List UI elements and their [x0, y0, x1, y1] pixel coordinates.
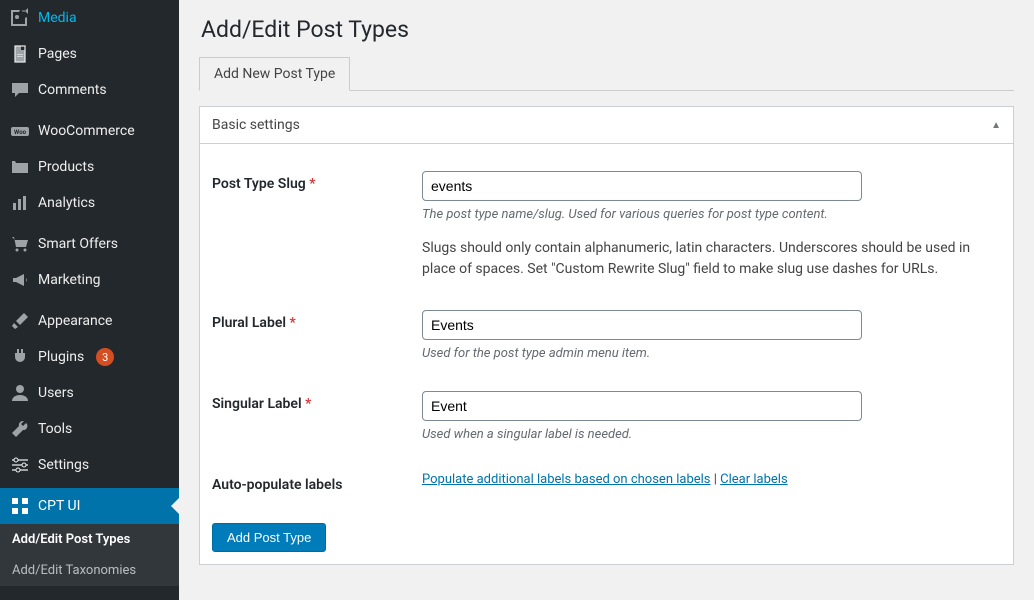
slug-help-text: Slugs should only contain alphanumeric, …: [422, 238, 991, 280]
slug-description: The post type name/slug. Used for variou…: [422, 207, 991, 222]
submenu-item-add-edit-taxonomies[interactable]: Add/Edit Taxonomies: [0, 555, 179, 586]
plugin-icon: [10, 347, 30, 367]
menu-label: Media: [38, 10, 77, 26]
comments-icon: [10, 80, 30, 100]
menu-item-smart-offers[interactable]: Smart Offers: [0, 226, 179, 262]
tools-icon: [10, 419, 30, 439]
singular-label-input[interactable]: [422, 391, 862, 421]
content-area: Add/Edit Post Types Add New Post Type Ba…: [179, 0, 1034, 600]
collapse-icon[interactable]: ▲: [991, 120, 1001, 131]
panel-title: Basic settings: [212, 117, 300, 133]
tab-bar: Add New Post Type: [199, 57, 1014, 91]
submenu-item-add-edit-post-types[interactable]: Add/Edit Post Types: [0, 524, 179, 555]
menu-item-cpt-ui[interactable]: CPT UI: [0, 488, 179, 524]
menu-label: Comments: [38, 82, 107, 98]
megaphone-icon: [10, 270, 30, 290]
page-title: Add/Edit Post Types: [201, 16, 1014, 43]
slug-label: Post Type Slug: [212, 176, 306, 192]
menu-item-products[interactable]: Products: [0, 149, 179, 185]
menu-label: Tools: [38, 421, 72, 437]
menu-label: Marketing: [38, 272, 101, 288]
add-post-type-button[interactable]: Add Post Type: [212, 523, 326, 552]
auto-populate-label: Auto-populate labels: [212, 477, 342, 493]
settings-icon: [10, 455, 30, 475]
menu-item-plugins[interactable]: Plugins 3: [0, 339, 179, 375]
plural-description: Used for the post type admin menu item.: [422, 346, 991, 361]
link-separator: |: [711, 472, 721, 487]
menu-label: Appearance: [38, 313, 112, 329]
basic-settings-panel: Basic settings ▲ Post Type Slug * The po…: [199, 106, 1014, 565]
cpt-icon: [10, 496, 30, 516]
svg-text:Woo: Woo: [14, 129, 27, 136]
update-count-badge: 3: [96, 348, 114, 366]
analytics-icon: [10, 193, 30, 213]
tab-add-new-post-type[interactable]: Add New Post Type: [199, 57, 350, 91]
media-icon: [10, 8, 30, 28]
menu-label: Analytics: [38, 195, 95, 211]
pages-icon: [10, 44, 30, 64]
menu-label: Products: [38, 159, 94, 175]
menu-label: Smart Offers: [38, 236, 118, 252]
menu-item-users[interactable]: Users: [0, 375, 179, 411]
menu-item-marketing[interactable]: Marketing: [0, 262, 179, 298]
menu-item-comments[interactable]: Comments: [0, 72, 179, 108]
menu-item-settings[interactable]: Settings: [0, 447, 179, 483]
menu-label: CPT UI: [38, 498, 80, 514]
required-indicator: *: [290, 315, 296, 331]
menu-item-pages[interactable]: Pages: [0, 36, 179, 72]
clear-labels-link[interactable]: Clear labels: [720, 472, 788, 487]
menu-label: Plugins: [38, 349, 84, 365]
plural-label: Plural Label: [212, 315, 286, 331]
brush-icon: [10, 311, 30, 331]
cart-icon: [10, 234, 30, 254]
menu-item-woocommerce[interactable]: Woo WooCommerce: [0, 113, 179, 149]
panel-header: Basic settings ▲: [200, 107, 1013, 144]
singular-label: Singular Label: [212, 396, 302, 412]
panel-body: Post Type Slug * The post type name/slug…: [200, 144, 1013, 564]
user-icon: [10, 383, 30, 403]
products-icon: [10, 157, 30, 177]
submenu: Add/Edit Post Types Add/Edit Taxonomies: [0, 524, 179, 586]
populate-labels-link[interactable]: Populate additional labels based on chos…: [422, 472, 711, 487]
required-indicator: *: [305, 396, 311, 412]
required-indicator: *: [309, 176, 315, 192]
menu-label: Settings: [38, 457, 89, 473]
menu-label: WooCommerce: [38, 123, 135, 139]
admin-sidebar: Media Pages Comments Woo WooCommerce Products…: [0, 0, 179, 600]
menu-item-media[interactable]: Media: [0, 0, 179, 36]
menu-label: Pages: [38, 46, 77, 62]
menu-item-appearance[interactable]: Appearance: [0, 303, 179, 339]
plural-label-input[interactable]: [422, 310, 862, 340]
singular-description: Used when a singular label is needed.: [422, 427, 991, 442]
menu-label: Users: [38, 385, 74, 401]
menu-item-tools[interactable]: Tools: [0, 411, 179, 447]
menu-item-analytics[interactable]: Analytics: [0, 185, 179, 221]
woo-icon: Woo: [10, 121, 30, 141]
post-type-slug-input[interactable]: [422, 171, 862, 201]
